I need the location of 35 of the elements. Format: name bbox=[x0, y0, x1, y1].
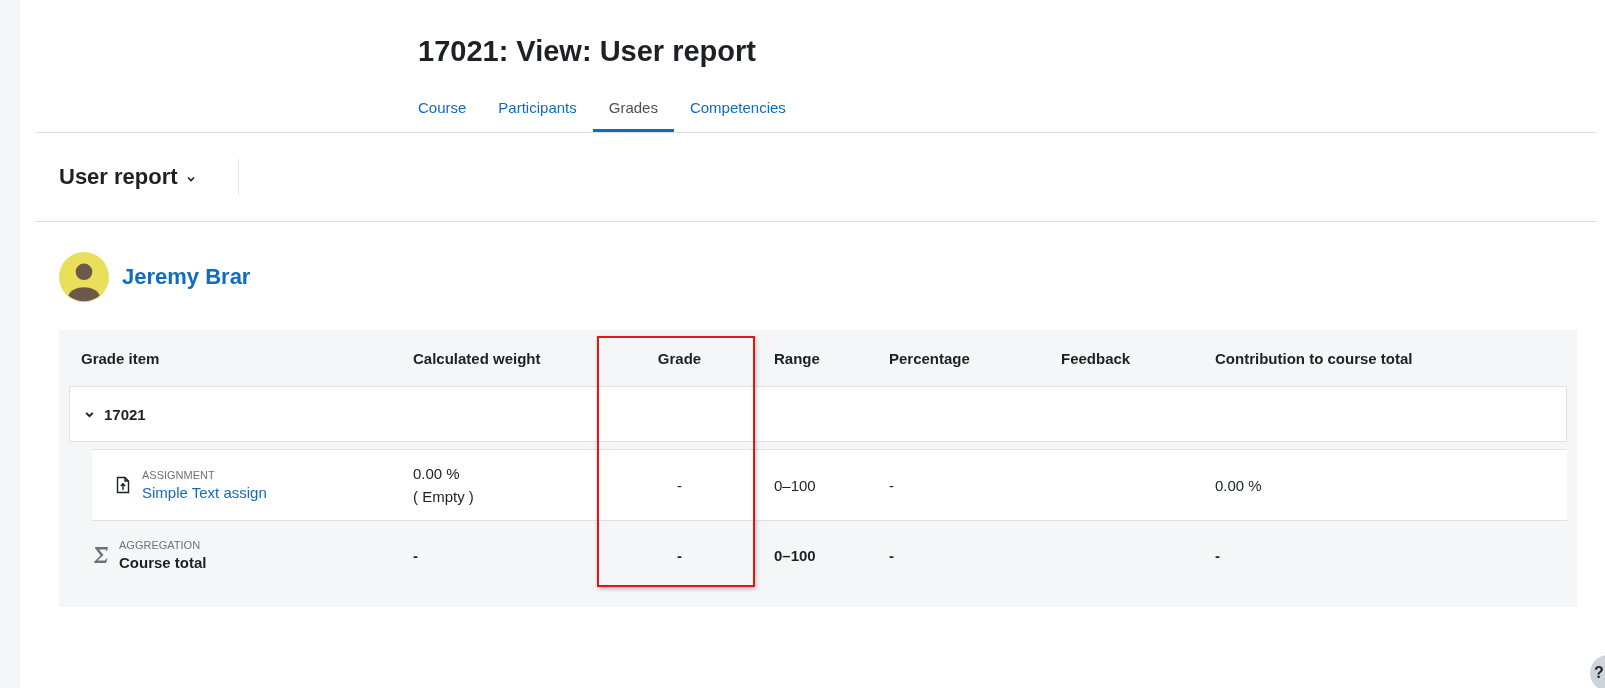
column-header: Contribution to course total bbox=[1215, 349, 1413, 367]
column-header: Range bbox=[774, 349, 820, 367]
chevron-down-icon bbox=[185, 174, 196, 184]
sigma-icon bbox=[93, 546, 109, 564]
table-cell: - bbox=[413, 546, 418, 564]
report-selector[interactable]: User report bbox=[59, 164, 196, 190]
table-cell: 0.00 % bbox=[1215, 476, 1262, 494]
grade-item-link[interactable]: Simple Text assign bbox=[142, 484, 267, 501]
user-name-link[interactable]: Jeremy Brar bbox=[122, 264, 251, 290]
avatar-icon bbox=[59, 252, 109, 302]
table-cell: 0–100 bbox=[774, 546, 816, 564]
column-header: Calculated weight bbox=[413, 349, 541, 367]
nav-tab[interactable]: Participants bbox=[482, 88, 593, 132]
nav-tab[interactable]: Course bbox=[402, 88, 483, 132]
table-cell: - bbox=[677, 476, 682, 494]
item-type-label: ASSIGNMENT bbox=[142, 469, 216, 481]
nav-tab[interactable]: Competencies bbox=[673, 88, 802, 132]
table-cell: 0.00 % bbox=[413, 465, 460, 482]
table-cell: - bbox=[677, 546, 682, 564]
file-upload-icon bbox=[116, 476, 130, 494]
column-header: Feedback bbox=[1061, 349, 1131, 367]
table-cell: ( Empty ) bbox=[413, 488, 474, 505]
table-cell: - bbox=[1215, 546, 1220, 564]
column-header: Grade item bbox=[81, 349, 160, 367]
course-total-label: Course total bbox=[119, 554, 207, 571]
help-button[interactable]: ? bbox=[1590, 655, 1605, 688]
column-header: Percentage bbox=[889, 349, 970, 367]
page-title: 17021: View: User report bbox=[418, 34, 757, 69]
nav-tab[interactable]: Grades bbox=[592, 88, 674, 132]
table-cell: - bbox=[889, 476, 894, 494]
table-cell: 0–100 bbox=[774, 476, 816, 494]
column-header: Grade bbox=[657, 349, 702, 367]
table-cell: - bbox=[889, 546, 894, 564]
item-type-label: AGGREGATION bbox=[119, 539, 202, 551]
category-name: 17021 bbox=[104, 405, 146, 423]
